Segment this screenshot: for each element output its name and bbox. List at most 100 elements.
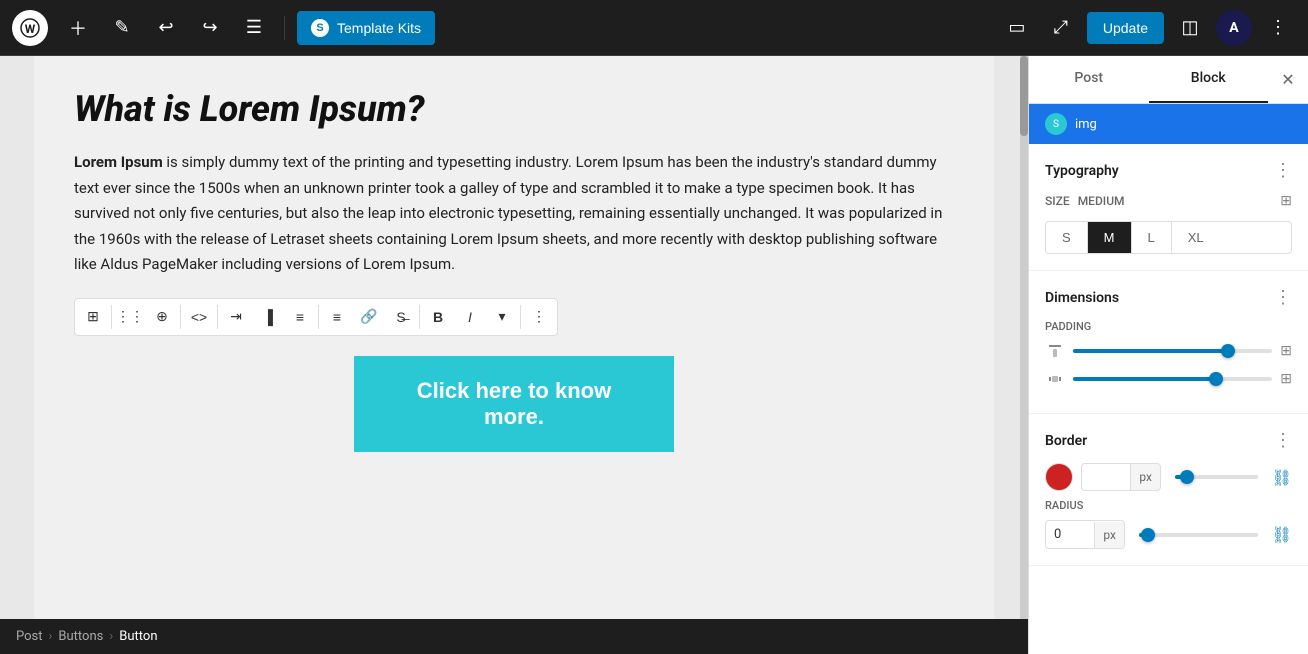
typography-title: Typography	[1045, 163, 1119, 179]
scrollbar[interactable]	[1020, 56, 1028, 619]
padding-top-icon	[1045, 341, 1065, 361]
border-px-unit: px	[1130, 464, 1160, 490]
border-slider[interactable]	[1175, 475, 1258, 479]
slider-thumb-1[interactable]	[1221, 344, 1235, 358]
size-row: SIZE MEDIUM ⊞	[1045, 193, 1292, 209]
breadcrumb: Post › Buttons › Button	[0, 619, 1028, 654]
indent-button[interactable]: ⇥	[220, 301, 252, 333]
code-button[interactable]: <>	[183, 301, 215, 333]
cta-button[interactable]: Click here to know more.	[354, 356, 674, 452]
slider-container-2: ⊞	[1073, 371, 1292, 387]
strikethrough-button[interactable]: S̶	[385, 301, 417, 333]
link-button[interactable]: 🔗	[353, 301, 385, 333]
update-button[interactable]: Update	[1087, 12, 1164, 44]
border-section: Border ⋮ px ⛓ RADIUS 0 p	[1029, 414, 1308, 566]
size-s-button[interactable]: S	[1046, 222, 1088, 253]
breadcrumb-button[interactable]: Button	[119, 629, 157, 644]
add-block-button[interactable]: ＋	[60, 10, 96, 46]
border-px-value	[1082, 471, 1130, 483]
border-slider-thumb[interactable]	[1180, 470, 1194, 484]
radius-label: RADIUS	[1045, 499, 1292, 512]
list-view-button[interactable]: ☰	[236, 10, 272, 46]
slider-fill-2	[1073, 377, 1216, 381]
dimensions-title: Dimensions	[1045, 290, 1119, 306]
border-link-icon[interactable]: ⛓	[1272, 468, 1292, 487]
panel-close-button[interactable]: ✕	[1268, 56, 1308, 103]
external-link-button[interactable]: ⤢	[1043, 10, 1079, 46]
panel-image-strip: S img	[1029, 104, 1308, 144]
dimensions-section-header: Dimensions ⋮	[1045, 287, 1292, 308]
redo-button[interactable]: ↪	[192, 10, 228, 46]
top-toolbar: W ＋ ✎ ↩ ↪ ☰ S Template Kits ▭ ⤢ Update ◫…	[0, 0, 1308, 56]
more-options-inline-button[interactable]: ⋮	[523, 301, 555, 333]
template-kits-icon: S	[311, 19, 329, 37]
padding-row-2: ⊞	[1045, 369, 1292, 389]
tab-block[interactable]: Block	[1149, 56, 1269, 103]
padding-slider-2[interactable]	[1073, 377, 1272, 381]
block-type-button[interactable]: ⊞	[77, 301, 109, 333]
radius-slider-thumb[interactable]	[1141, 528, 1155, 542]
astra-button[interactable]: A	[1216, 10, 1252, 46]
bold-button[interactable]: B	[422, 301, 454, 333]
tools-button[interactable]: ✎	[104, 10, 140, 46]
radius-link-icon[interactable]: ⛓	[1272, 525, 1292, 544]
italic-button[interactable]: I	[454, 301, 486, 333]
toolbar-separator	[284, 16, 285, 40]
padding-side-icon	[1045, 369, 1065, 389]
size-l-button[interactable]: L	[1132, 222, 1172, 253]
size-label: SIZE	[1045, 194, 1070, 208]
svg-text:W: W	[25, 22, 36, 36]
typography-menu-icon[interactable]: ⋮	[1274, 160, 1292, 181]
dimensions-menu-icon[interactable]: ⋮	[1274, 287, 1292, 308]
inline-toolbar: ⊞ ⋮⋮ ⊕ <> ⇥ ▐ ≡ ≡ 🔗 S̶ B I	[74, 298, 558, 336]
breadcrumb-post[interactable]: Post	[16, 629, 43, 644]
radius-px-input[interactable]: 0 px	[1045, 520, 1125, 549]
slider-1-adjust-icon[interactable]: ⊞	[1280, 343, 1292, 359]
size-adjust-icon[interactable]: ⊞	[1280, 193, 1292, 209]
typography-section: Typography ⋮ SIZE MEDIUM ⊞ S M L XL	[1029, 144, 1308, 271]
left-align-button[interactable]: ▐	[252, 301, 284, 333]
toolbar-right: ▭ ⤢ Update ◫ A ⋮	[999, 10, 1296, 46]
size-m-button[interactable]: M	[1088, 222, 1132, 253]
border-row: px ⛓	[1045, 463, 1292, 491]
breadcrumb-sep-1: ›	[49, 629, 53, 644]
drag-button[interactable]: ⋮⋮	[114, 301, 146, 333]
scrollbar-thumb[interactable]	[1020, 56, 1028, 136]
more-rich-text-button[interactable]: ▾	[486, 301, 518, 333]
more-options-button[interactable]: ⋮	[1260, 10, 1296, 46]
desktop-view-button[interactable]: ▭	[999, 10, 1035, 46]
right-panel: Post Block ✕ S img Typography ⋮ SIZE MED…	[1028, 56, 1308, 654]
padding-slider-1[interactable]	[1073, 349, 1272, 353]
paragraph-rest: is simply dummy text of the printing and…	[74, 153, 942, 273]
padding-label: PADDING	[1045, 320, 1292, 333]
border-menu-icon[interactable]: ⋮	[1274, 430, 1292, 451]
move-button[interactable]: ⊕	[146, 301, 178, 333]
radius-slider[interactable]	[1139, 533, 1258, 537]
tab-post[interactable]: Post	[1029, 56, 1149, 103]
undo-button[interactable]: ↩	[148, 10, 184, 46]
center-align-button[interactable]: ≡	[284, 301, 316, 333]
sidebar-toggle-button[interactable]: ◫	[1172, 10, 1208, 46]
template-kits-label: Template Kits	[337, 20, 421, 36]
page-paragraph: Lorem Ipsum is simply dummy text of the …	[74, 150, 954, 278]
border-px-input[interactable]: px	[1081, 463, 1161, 491]
slider-2-adjust-icon[interactable]: ⊞	[1280, 371, 1292, 387]
typography-section-header: Typography ⋮	[1045, 160, 1292, 181]
radius-row: 0 px ⛓	[1045, 520, 1292, 549]
justify-left-button[interactable]: ≡	[321, 301, 353, 333]
toolbar-sep-2	[180, 305, 181, 329]
size-buttons: S M L XL	[1045, 221, 1292, 254]
main-area: What is Lorem Ipsum? Lorem Ipsum is simp…	[0, 56, 1308, 654]
panel-tabs: Post Block ✕	[1029, 56, 1308, 104]
toolbar-sep-4	[318, 305, 319, 329]
dimensions-section: Dimensions ⋮ PADDING ⊞	[1029, 271, 1308, 414]
border-title: Border	[1045, 433, 1087, 449]
wp-logo[interactable]: W	[12, 10, 48, 46]
border-color-swatch[interactable]	[1045, 463, 1073, 491]
slider-thumb-2[interactable]	[1209, 372, 1223, 386]
size-xl-button[interactable]: XL	[1172, 222, 1220, 253]
breadcrumb-buttons[interactable]: Buttons	[58, 629, 103, 644]
editor-canvas[interactable]: What is Lorem Ipsum? Lorem Ipsum is simp…	[0, 56, 1028, 619]
size-value: MEDIUM	[1078, 194, 1125, 208]
template-kits-button[interactable]: S Template Kits	[297, 11, 435, 45]
